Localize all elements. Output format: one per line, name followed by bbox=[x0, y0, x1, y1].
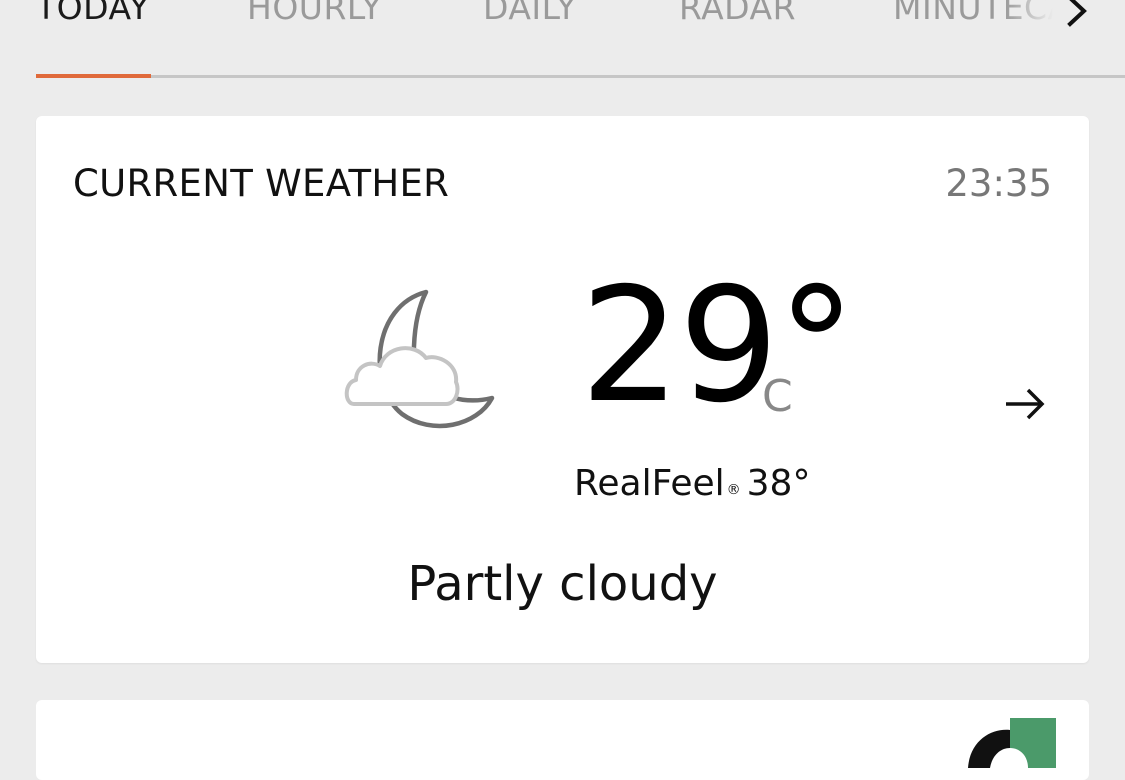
tab-today[interactable]: TODAY bbox=[36, 0, 150, 30]
tab-hourly[interactable]: HOURLY bbox=[247, 0, 382, 30]
card-title: CURRENT WEATHER bbox=[73, 162, 450, 205]
realfeel-value: 38° bbox=[746, 463, 811, 504]
tab-daily[interactable]: DAILY bbox=[483, 0, 577, 30]
partner-logo-icon bbox=[966, 718, 1058, 768]
current-weather-card[interactable]: CURRENT WEATHER 23:35 29° C RealFeel ® 38°… bbox=[36, 116, 1089, 663]
active-tab-indicator bbox=[36, 74, 151, 78]
observation-time: 23:35 bbox=[945, 162, 1052, 205]
tab-bar: TODAY HOURLY DAILY RADAR MINUTECAST bbox=[0, 0, 1125, 78]
tab-radar[interactable]: RADAR bbox=[679, 0, 796, 30]
next-card bbox=[36, 700, 1089, 780]
tab-minutecast[interactable]: MINUTECAST bbox=[893, 0, 1053, 30]
temperature-value: 29° bbox=[580, 254, 856, 438]
moon-cloud-icon bbox=[342, 286, 498, 431]
chevron-right-icon[interactable] bbox=[1058, 0, 1098, 30]
weather-phrase: Partly cloudy bbox=[407, 556, 718, 612]
registered-mark: ® bbox=[726, 482, 741, 498]
arrow-right-icon[interactable] bbox=[1002, 384, 1048, 424]
realfeel-label: RealFeel bbox=[574, 463, 725, 504]
tab-underline bbox=[36, 75, 1125, 78]
realfeel-text: RealFeel ® 38° bbox=[574, 460, 810, 508]
temperature-unit: C bbox=[762, 371, 793, 422]
